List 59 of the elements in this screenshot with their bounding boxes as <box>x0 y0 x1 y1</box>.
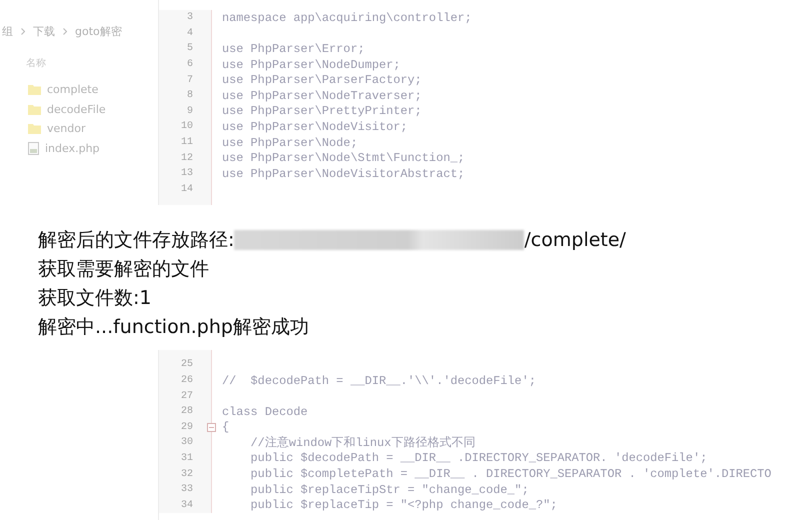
file-name[interactable]: complete <box>47 83 98 96</box>
fold-toggle-icon[interactable] <box>207 422 216 432</box>
line-number: 28 <box>180 406 194 418</box>
breadcrumb-item[interactable]: goto解密 <box>75 24 122 38</box>
code-line: public $replaceTip = "<?php change_code_?"; <box>250 498 558 512</box>
code-line: namespace app\acquiring\controller; <box>221 10 472 25</box>
console-text: /complete/ <box>524 228 626 250</box>
code-line: use PhpParser\NodeVisitorAbstract; <box>221 166 465 181</box>
code-line: use PhpParser\NodeTraverser; <box>221 88 422 103</box>
line-number: 3 <box>186 12 194 24</box>
line-number: 5 <box>186 43 194 54</box>
code-line: use PhpParser\Node; <box>221 136 358 150</box>
folder-icon <box>28 84 41 96</box>
line-number: 32 <box>180 468 194 480</box>
chevron-icon <box>63 28 67 34</box>
code-line: class Decode <box>221 404 308 419</box>
folder-icon <box>28 123 41 134</box>
line-number: 29 <box>180 422 194 433</box>
code-line: use PhpParser\PrettyPrinter; <box>221 104 422 118</box>
code-line: use PhpParser\ParserFactory; <box>221 73 422 88</box>
file-name[interactable]: index.php <box>45 142 100 155</box>
line-number: 27 <box>180 390 194 402</box>
folder-icon <box>28 104 41 115</box>
line-number: 7 <box>186 74 194 86</box>
breadcrumb-item[interactable]: 下载 <box>33 24 55 38</box>
file-name[interactable]: decodeFile <box>47 102 106 116</box>
chevron-icon <box>21 28 25 34</box>
line-number: 10 <box>180 121 194 132</box>
code-line: public $completePath = __DIR__ . DIRECTORY_SEPARATOR . 'complete'.DIRECTO <box>250 467 772 482</box>
file-icon <box>28 142 39 155</box>
console-text: 解密后的文件存放路径: <box>38 228 234 252</box>
code-line: use PhpParser\NodeVisitor; <box>221 120 408 134</box>
line-number: 31 <box>180 452 194 464</box>
code-line: { <box>221 420 230 434</box>
console-text: 获取文件数:1 <box>38 286 152 310</box>
console-text: 获取需要解密的文件 <box>38 256 209 282</box>
line-number: 34 <box>180 500 194 511</box>
line-number: 13 <box>180 168 194 180</box>
line-number: 9 <box>186 106 194 117</box>
line-number: 14 <box>180 184 194 195</box>
code-line: use PhpParser\Error; <box>221 42 365 56</box>
line-number: 30 <box>180 437 194 448</box>
line-number: 12 <box>180 152 194 164</box>
breadcrumb-item[interactable]: 组 <box>2 24 13 38</box>
line-number: 33 <box>180 484 194 496</box>
line-number: 25 <box>180 359 194 370</box>
line-number: 11 <box>180 137 194 148</box>
code-line: //注意window下和linux下路径格式不同 <box>250 434 476 451</box>
code-line: public $decodePath = __DIR__ .DIRECTORY_SEPARATOR. 'decodeFile'; <box>250 451 708 466</box>
line-number: 4 <box>186 28 194 39</box>
code-line: public $replaceTipStr = "change_code_"; <box>250 482 529 497</box>
code-line: use PhpParser\Node\Stmt\Function_; <box>221 151 465 166</box>
line-number: 26 <box>180 375 194 386</box>
code-line: // $decodePath = __DIR__.'\\'.'decodeFile'; <box>221 374 536 388</box>
line-number: 6 <box>186 59 194 70</box>
console-text: 解密中...function.php解密成功 <box>38 314 309 340</box>
code-line: use PhpParser\NodeDumper; <box>221 58 400 72</box>
line-number: 8 <box>186 90 194 102</box>
file-name[interactable]: vendor <box>47 122 86 136</box>
